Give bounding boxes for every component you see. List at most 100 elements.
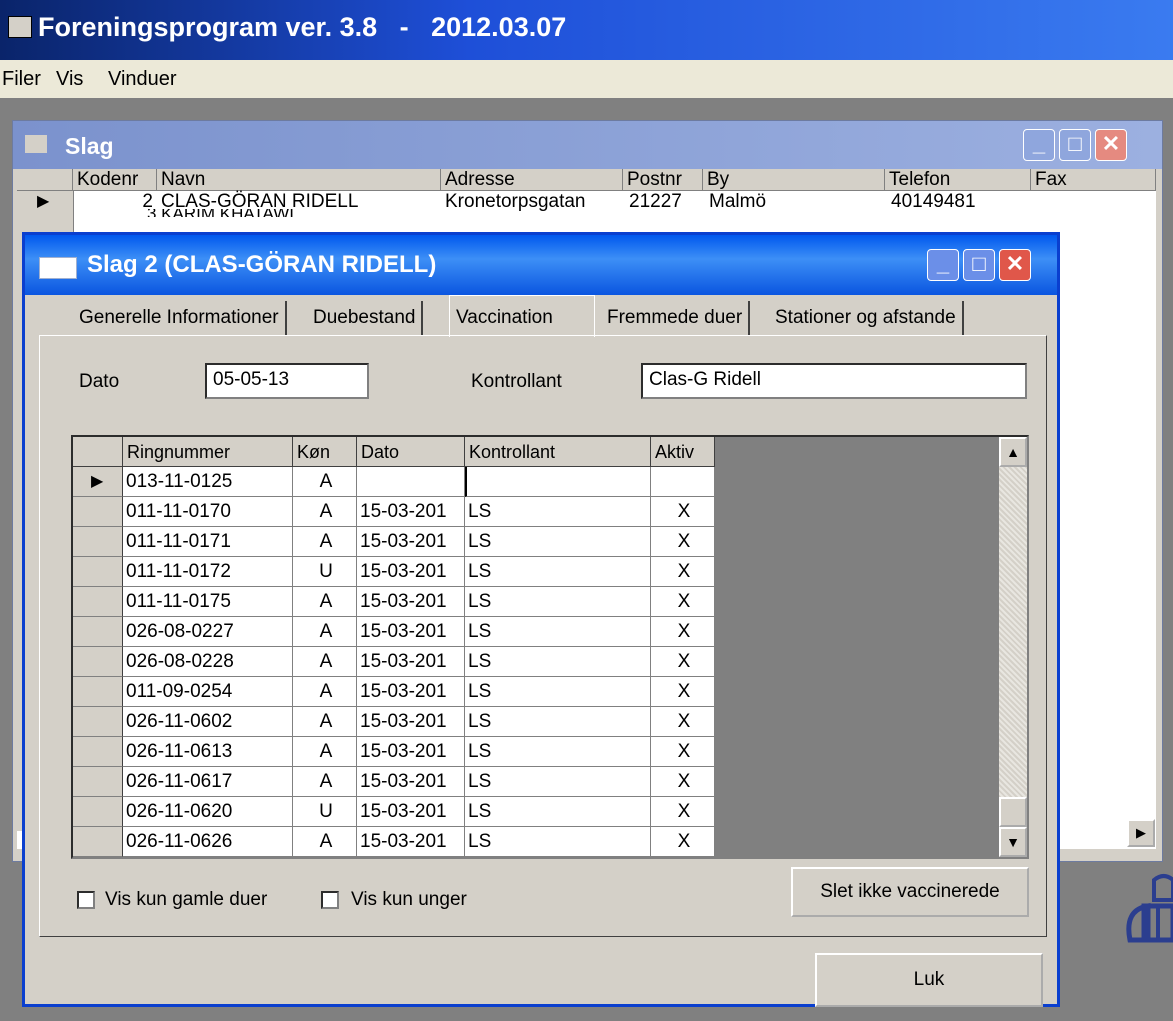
col-navn[interactable]: Navn — [157, 169, 441, 191]
tab-generelle-informationer[interactable]: Generelle Informationer — [73, 301, 287, 335]
table-row[interactable]: ▶ 013-11-0125 A — [73, 467, 715, 497]
dato-cell[interactable]: 15-03-201 — [357, 677, 465, 707]
kontrollant-cell[interactable]: LS — [465, 527, 651, 557]
aktiv-cell[interactable]: X — [651, 677, 715, 707]
col-kodenr[interactable]: Kodenr — [73, 169, 157, 191]
col-postnr[interactable]: Postnr — [623, 169, 703, 191]
table-row[interactable]: 011-09-0254 A 15-03-201 LS X — [73, 677, 715, 707]
ringnummer-cell[interactable]: 011-11-0175 — [123, 587, 293, 617]
kontrollant-cell[interactable]: LS — [465, 557, 651, 587]
checkbox-vis-kun-gamle-duer[interactable] — [77, 891, 95, 909]
kontrollant-cell[interactable]: LS — [465, 677, 651, 707]
minimize-button[interactable]: _ — [927, 249, 959, 281]
row-selector[interactable] — [73, 767, 123, 797]
slag-postnr[interactable]: 21227 — [629, 191, 682, 213]
ringnummer-cell[interactable]: 026-08-0227 — [123, 617, 293, 647]
row-selector[interactable] — [73, 737, 123, 767]
tab-stationer-og-afstande[interactable]: Stationer og afstande — [769, 301, 964, 335]
menu-vinduer[interactable]: Vinduer — [108, 68, 177, 91]
kon-cell[interactable]: U — [293, 557, 357, 587]
ringnummer-cell[interactable]: 011-11-0172 — [123, 557, 293, 587]
row-selector[interactable] — [73, 677, 123, 707]
dato-cell[interactable]: 15-03-201 — [357, 767, 465, 797]
row-selector[interactable] — [73, 557, 123, 587]
aktiv-cell[interactable]: X — [651, 587, 715, 617]
menu-filer[interactable]: Filer — [2, 68, 41, 91]
ringnummer-cell[interactable]: 026-11-0602 — [123, 707, 293, 737]
kontrollant-cell[interactable] — [465, 467, 651, 497]
minimize-button[interactable]: _ — [1023, 129, 1055, 161]
kon-cell[interactable]: A — [293, 677, 357, 707]
luk-button[interactable]: Luk — [815, 953, 1043, 1007]
dato-cell[interactable]: 15-03-201 — [357, 797, 465, 827]
table-row[interactable]: 026-11-0620 U 15-03-201 LS X — [73, 797, 715, 827]
kon-cell[interactable]: A — [293, 827, 357, 857]
ringnummer-cell[interactable]: 011-11-0171 — [123, 527, 293, 557]
menu-vis[interactable]: Vis — [56, 68, 83, 91]
slet-ikke-vaccinerede-button[interactable]: Slet ikke vaccinerede — [791, 867, 1029, 917]
kon-cell[interactable]: A — [293, 497, 357, 527]
dato-cell[interactable]: 15-03-201 — [357, 737, 465, 767]
close-button[interactable]: ✕ — [1095, 129, 1127, 161]
dato-cell[interactable]: 15-03-201 — [357, 707, 465, 737]
dato-cell[interactable]: 15-03-201 — [357, 587, 465, 617]
dato-field[interactable]: 05-05-13 — [205, 363, 369, 399]
slag-kodenr[interactable]: 2 — [77, 191, 153, 213]
kontrollant-cell[interactable]: LS — [465, 587, 651, 617]
slag-by[interactable]: Malmö — [709, 191, 766, 213]
table-row[interactable]: 026-08-0228 A 15-03-201 LS X — [73, 647, 715, 677]
table-row[interactable]: 026-11-0613 A 15-03-201 LS X — [73, 737, 715, 767]
table-row[interactable]: 026-11-0617 A 15-03-201 LS X — [73, 767, 715, 797]
col-adresse[interactable]: Adresse — [441, 169, 623, 191]
scroll-up-button[interactable]: ▲ — [999, 437, 1027, 467]
maximize-button[interactable]: □ — [963, 249, 995, 281]
checkbox-vis-kun-unger[interactable] — [321, 891, 339, 909]
dato-cell[interactable]: 15-03-201 — [357, 827, 465, 857]
kontrollant-cell[interactable]: LS — [465, 767, 651, 797]
table-row[interactable]: 011-11-0175 A 15-03-201 LS X — [73, 587, 715, 617]
kon-cell[interactable]: U — [293, 797, 357, 827]
row-selector[interactable] — [73, 617, 123, 647]
vertical-scrollbar[interactable]: ▲ ▼ — [999, 437, 1027, 857]
col-telefon[interactable]: Telefon — [885, 169, 1031, 191]
dato-cell[interactable]: 15-03-201 — [357, 647, 465, 677]
col-dato[interactable]: Dato — [357, 437, 465, 467]
aktiv-cell[interactable]: X — [651, 767, 715, 797]
kon-cell[interactable]: A — [293, 647, 357, 677]
kontrollant-cell[interactable]: LS — [465, 797, 651, 827]
ringnummer-cell[interactable]: 011-11-0170 — [123, 497, 293, 527]
row-selector[interactable]: ▶ — [73, 467, 123, 497]
ringnummer-cell[interactable]: 011-09-0254 — [123, 677, 293, 707]
ringnummer-cell[interactable]: 026-11-0613 — [123, 737, 293, 767]
col-kon[interactable]: Køn — [293, 437, 357, 467]
row-selector[interactable] — [73, 587, 123, 617]
aktiv-cell[interactable]: X — [651, 827, 715, 857]
dato-cell[interactable]: 15-03-201 — [357, 617, 465, 647]
row-selector[interactable] — [73, 707, 123, 737]
kon-cell[interactable]: A — [293, 737, 357, 767]
ringnummer-cell[interactable]: 026-11-0626 — [123, 827, 293, 857]
aktiv-cell[interactable]: X — [651, 797, 715, 827]
col-by[interactable]: By — [703, 169, 885, 191]
kon-cell[interactable]: A — [293, 707, 357, 737]
table-row[interactable]: 026-11-0602 A 15-03-201 LS X — [73, 707, 715, 737]
kontrollant-field[interactable]: Clas-G Ridell — [641, 363, 1027, 399]
aktiv-cell[interactable] — [651, 467, 715, 497]
col-fax[interactable]: Fax — [1031, 169, 1156, 191]
kon-cell[interactable]: A — [293, 587, 357, 617]
close-button[interactable]: ✕ — [999, 249, 1031, 281]
kontrollant-cell[interactable]: LS — [465, 707, 651, 737]
ringnummer-cell[interactable]: 026-08-0228 — [123, 647, 293, 677]
aktiv-cell[interactable]: X — [651, 617, 715, 647]
kontrollant-cell[interactable]: LS — [465, 617, 651, 647]
dato-cell[interactable]: 15-03-201 — [357, 497, 465, 527]
kon-cell[interactable]: A — [293, 467, 357, 497]
row-selector[interactable] — [73, 827, 123, 857]
aktiv-cell[interactable]: X — [651, 647, 715, 677]
dato-cell[interactable]: 15-03-201 — [357, 527, 465, 557]
ringnummer-cell[interactable]: 026-11-0617 — [123, 767, 293, 797]
kon-cell[interactable]: A — [293, 767, 357, 797]
aktiv-cell[interactable]: X — [651, 557, 715, 587]
scroll-right-button[interactable]: ▶ — [1127, 819, 1155, 847]
aktiv-cell[interactable]: X — [651, 497, 715, 527]
